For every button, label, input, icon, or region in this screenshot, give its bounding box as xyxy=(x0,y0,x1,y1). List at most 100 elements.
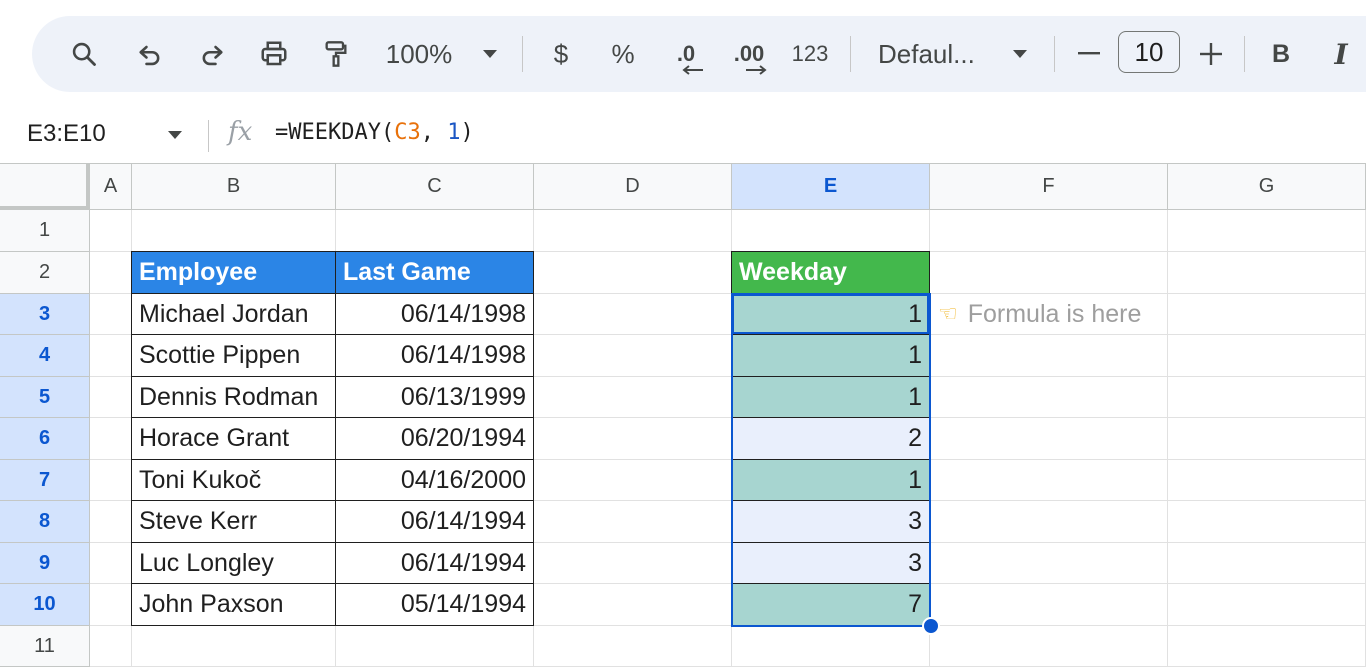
column-header-c[interactable]: C xyxy=(336,164,534,210)
increase-font-size-button[interactable] xyxy=(1194,16,1228,92)
formula-input[interactable]: =WEEKDAY(C3, 1) xyxy=(275,120,474,145)
weekday-cell[interactable]: 1 xyxy=(731,376,930,418)
column-header-a[interactable]: A xyxy=(90,164,132,210)
decrease-decimal-button[interactable]: .0 xyxy=(664,16,708,92)
header-weekday[interactable]: Weekday xyxy=(731,251,930,294)
weekday-cell[interactable]: 2 xyxy=(731,417,930,460)
column-header-b[interactable]: B xyxy=(132,164,336,210)
empty-cell[interactable] xyxy=(534,543,732,584)
empty-cell[interactable] xyxy=(90,543,132,584)
header-last-game[interactable]: Last Game xyxy=(335,251,534,294)
empty-cell[interactable] xyxy=(1168,418,1366,460)
empty-cell[interactable] xyxy=(90,210,132,252)
column-header-g[interactable]: G xyxy=(1168,164,1366,210)
empty-cell[interactable] xyxy=(534,377,732,418)
font-family-select[interactable]: Defaul... xyxy=(878,16,990,92)
empty-cell[interactable] xyxy=(534,501,732,543)
employee-cell[interactable]: Luc Longley xyxy=(131,542,336,584)
formula-note-cell[interactable]: ☜ Formula is here xyxy=(930,294,1168,335)
row-header-2[interactable]: 2 xyxy=(0,252,90,294)
empty-cell[interactable] xyxy=(1168,460,1366,501)
empty-cell[interactable] xyxy=(336,626,534,667)
weekday-cell[interactable]: 1 xyxy=(731,334,930,377)
empty-cell[interactable] xyxy=(1168,501,1366,543)
row-header-10[interactable]: 10 xyxy=(0,584,90,626)
empty-cell[interactable] xyxy=(930,252,1168,294)
empty-cell[interactable] xyxy=(534,335,732,377)
font-size-input[interactable]: 10 xyxy=(1118,31,1180,73)
header-employee[interactable]: Employee xyxy=(131,251,336,294)
last-game-cell[interactable]: 06/14/1998 xyxy=(335,334,534,377)
zoom-dropdown[interactable] xyxy=(476,16,504,92)
row-header-1[interactable]: 1 xyxy=(0,210,90,252)
select-all-corner[interactable] xyxy=(0,164,90,210)
empty-cell[interactable] xyxy=(1168,210,1366,252)
column-header-e[interactable]: E xyxy=(732,164,930,210)
empty-cell[interactable] xyxy=(90,252,132,294)
increase-decimal-button[interactable]: .00 xyxy=(724,16,774,92)
format-percent-button[interactable]: % xyxy=(606,16,640,92)
empty-cell[interactable] xyxy=(534,252,732,294)
empty-cell[interactable] xyxy=(90,501,132,543)
empty-cell[interactable] xyxy=(930,418,1168,460)
row-header-9[interactable]: 9 xyxy=(0,543,90,584)
empty-cell[interactable] xyxy=(930,584,1168,626)
undo-button[interactable] xyxy=(128,16,172,92)
weekday-cell[interactable]: 3 xyxy=(731,542,930,584)
employee-cell[interactable]: Horace Grant xyxy=(131,417,336,460)
empty-cell[interactable] xyxy=(534,210,732,252)
decrease-font-size-button[interactable] xyxy=(1072,16,1106,92)
weekday-cell[interactable]: 1 xyxy=(731,459,930,501)
last-game-cell[interactable]: 06/14/1994 xyxy=(335,542,534,584)
weekday-cell[interactable]: 3 xyxy=(731,500,930,543)
last-game-cell[interactable]: 06/14/1994 xyxy=(335,500,534,543)
more-formats-button[interactable]: 123 xyxy=(788,16,832,92)
row-header-3[interactable]: 3 xyxy=(0,294,90,335)
empty-cell[interactable] xyxy=(132,626,336,667)
empty-cell[interactable] xyxy=(90,335,132,377)
empty-cell[interactable] xyxy=(1168,543,1366,584)
weekday-cell[interactable]: 1 xyxy=(731,293,930,335)
row-header-7[interactable]: 7 xyxy=(0,460,90,501)
empty-cell[interactable] xyxy=(930,335,1168,377)
empty-cell[interactable] xyxy=(534,294,732,335)
empty-cell[interactable] xyxy=(930,543,1168,584)
name-box[interactable]: E3:E10 xyxy=(27,120,106,148)
italic-button[interactable]: I xyxy=(1326,16,1356,92)
employee-cell[interactable]: Steve Kerr xyxy=(131,500,336,543)
empty-cell[interactable] xyxy=(90,584,132,626)
last-game-cell[interactable]: 05/14/1994 xyxy=(335,583,534,626)
column-header-d[interactable]: D xyxy=(534,164,732,210)
fill-handle[interactable] xyxy=(922,617,940,635)
empty-cell[interactable] xyxy=(534,460,732,501)
row-header-5[interactable]: 5 xyxy=(0,377,90,418)
empty-cell[interactable] xyxy=(732,626,930,667)
employee-cell[interactable]: Toni Kukoč xyxy=(131,459,336,501)
empty-cell[interactable] xyxy=(1168,335,1366,377)
empty-cell[interactable] xyxy=(930,501,1168,543)
search-menus-button[interactable] xyxy=(62,16,106,92)
row-header-8[interactable]: 8 xyxy=(0,501,90,543)
row-header-4[interactable]: 4 xyxy=(0,335,90,377)
employee-cell[interactable]: Dennis Rodman xyxy=(131,376,336,418)
bold-button[interactable]: B xyxy=(1266,16,1296,92)
empty-cell[interactable] xyxy=(1168,252,1366,294)
empty-cell[interactable] xyxy=(1168,626,1366,667)
empty-cell[interactable] xyxy=(1168,584,1366,626)
empty-cell[interactable] xyxy=(1168,294,1366,335)
empty-cell[interactable] xyxy=(732,210,930,252)
empty-cell[interactable] xyxy=(90,294,132,335)
last-game-cell[interactable]: 06/13/1999 xyxy=(335,376,534,418)
empty-cell[interactable] xyxy=(132,210,336,252)
empty-cell[interactable] xyxy=(930,460,1168,501)
employee-cell[interactable]: Michael Jordan xyxy=(131,293,336,335)
last-game-cell[interactable]: 06/14/1998 xyxy=(335,293,534,335)
empty-cell[interactable] xyxy=(1168,377,1366,418)
caret-down-icon[interactable] xyxy=(167,130,183,140)
zoom-value[interactable]: 100% xyxy=(380,16,458,92)
print-button[interactable] xyxy=(252,16,296,92)
empty-cell[interactable] xyxy=(534,626,732,667)
empty-cell[interactable] xyxy=(930,626,1168,667)
empty-cell[interactable] xyxy=(534,418,732,460)
empty-cell[interactable] xyxy=(90,460,132,501)
